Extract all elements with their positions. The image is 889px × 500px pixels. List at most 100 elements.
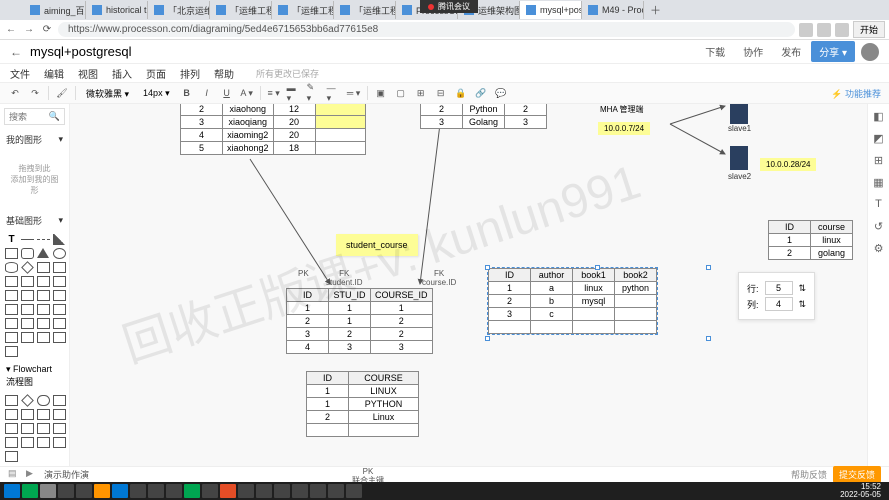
shape[interactable] — [37, 409, 50, 420]
browser-tab[interactable]: 「运维工程师招聘...× — [272, 1, 334, 19]
line-shape[interactable] — [21, 239, 34, 240]
stepper-icon[interactable]: ⇅ — [799, 283, 807, 294]
selection-handle[interactable] — [706, 336, 711, 341]
selection-handle[interactable] — [485, 265, 490, 270]
shape[interactable] — [53, 290, 66, 301]
extension-icon[interactable] — [817, 23, 831, 37]
rail-icon[interactable]: T — [872, 198, 886, 212]
submit-feedback-button[interactable]: 提交反馈 — [833, 466, 881, 483]
shape[interactable] — [5, 276, 18, 287]
shape[interactable] — [21, 409, 34, 420]
line-color-icon[interactable]: ✎ ▾ — [307, 86, 321, 100]
format-painter-icon[interactable]: 🖌 — [55, 86, 69, 100]
lock-icon[interactable]: 🔒 — [454, 86, 468, 100]
collab-button[interactable]: 协作 — [735, 41, 771, 62]
user-avatar[interactable] — [861, 43, 879, 61]
start-menu-icon[interactable] — [4, 484, 20, 498]
browser-tab-active[interactable]: mysql+postgresql× — [520, 1, 582, 19]
feature-link[interactable]: ⚡ 功能推荐 — [831, 87, 881, 100]
shape[interactable] — [37, 423, 50, 434]
taskbar-icon[interactable] — [346, 484, 362, 498]
taskbar-icon[interactable] — [256, 484, 272, 498]
shape[interactable] — [37, 276, 50, 287]
taskbar-icon[interactable] — [238, 484, 254, 498]
shape[interactable] — [5, 346, 18, 357]
selection-handle[interactable] — [485, 336, 490, 341]
shape[interactable] — [5, 318, 18, 329]
shape[interactable] — [21, 332, 34, 343]
bold-icon[interactable]: B — [180, 86, 194, 100]
triangle-shape[interactable] — [37, 248, 49, 258]
search-input[interactable] — [9, 112, 49, 122]
taskbar-icon[interactable] — [328, 484, 344, 498]
basic-shapes-header[interactable]: 基础图形▾ — [0, 210, 69, 231]
font-size-select[interactable]: 14px ▾ — [139, 88, 174, 99]
rail-icon[interactable]: ⚙ — [872, 242, 886, 256]
course-small-table[interactable]: IDcourse 1linux 2golang — [768, 220, 853, 260]
extension-icon[interactable] — [835, 23, 849, 37]
shape[interactable] — [21, 394, 34, 407]
shape[interactable] — [53, 318, 66, 329]
row-col-popup[interactable]: 行:⇅ 列:⇅ — [738, 272, 815, 320]
my-shapes-header[interactable]: 我的图形▾ — [0, 129, 69, 150]
shape[interactable] — [5, 290, 18, 301]
ellipse-shape[interactable] — [5, 262, 18, 273]
selection-handle[interactable] — [595, 265, 600, 270]
shape[interactable] — [5, 332, 18, 343]
student-table[interactable]: 2xiaohong12 3xiaoqiang20 4xiaoming220 5x… — [180, 104, 366, 155]
taskbar-icon[interactable] — [94, 484, 110, 498]
shape[interactable] — [53, 423, 66, 434]
menu-file[interactable]: 文件 — [10, 66, 30, 81]
document-title[interactable]: mysql+postgresql — [30, 44, 695, 59]
text-shape[interactable]: T — [5, 234, 18, 245]
taskbar-icon[interactable] — [112, 484, 128, 498]
shape[interactable] — [37, 290, 50, 301]
browser-tab[interactable]: M49 - ProcessOn× — [582, 1, 644, 19]
help-link[interactable]: 帮助反馈 — [791, 468, 827, 481]
refresh-icon[interactable]: ⟳ — [40, 23, 54, 37]
diamond-shape[interactable] — [21, 261, 34, 274]
rect-shape[interactable] — [5, 248, 18, 259]
menu-insert[interactable]: 插入 — [112, 66, 132, 81]
taskbar-icon[interactable] — [76, 484, 92, 498]
shape[interactable] — [53, 332, 66, 343]
taskbar-icon[interactable] — [220, 484, 236, 498]
stepper-icon[interactable]: ⇅ — [799, 299, 807, 310]
taskbar-icon[interactable] — [148, 484, 164, 498]
shape[interactable] — [5, 395, 18, 406]
link-icon[interactable]: 🔗 — [474, 86, 488, 100]
taskbar-icon[interactable] — [310, 484, 326, 498]
shape[interactable] — [37, 304, 50, 315]
star-shape[interactable] — [53, 262, 66, 273]
browser-start-button[interactable]: 开始 — [853, 21, 885, 38]
course-table[interactable]: IDCOURSE 1LINUX 1PYTHON 2Linux — [306, 371, 419, 437]
circle-shape[interactable] — [53, 248, 66, 259]
italic-icon[interactable]: I — [200, 86, 214, 100]
sticky-note[interactable]: student_course — [336, 234, 418, 256]
pencil-shape[interactable] — [53, 234, 66, 245]
menu-page[interactable]: 页面 — [146, 66, 166, 81]
arrange-back-icon[interactable]: ▢ — [394, 86, 408, 100]
search-icon[interactable]: 🔍 — [49, 111, 60, 122]
books-table-selected[interactable]: IDauthorbook1book2 1alinuxpython 2bmysql… — [488, 268, 657, 334]
diagram-canvas[interactable]: 回收正版课+v: kunlun991 2xiaohong12 3xiaoqian… — [70, 104, 867, 482]
shape[interactable] — [5, 423, 18, 434]
shape[interactable] — [37, 318, 50, 329]
shape[interactable] — [21, 423, 34, 434]
undo-icon[interactable]: ↶ — [8, 86, 22, 100]
shape[interactable] — [21, 437, 34, 448]
comment-icon[interactable]: 💬 — [494, 86, 508, 100]
shape[interactable] — [21, 304, 34, 315]
group-icon[interactable]: ⊞ — [414, 86, 428, 100]
taskbar-icon[interactable] — [184, 484, 200, 498]
taskbar-icon[interactable] — [40, 484, 56, 498]
cols-input[interactable] — [765, 297, 793, 311]
ungroup-icon[interactable]: ⊟ — [434, 86, 448, 100]
shape[interactable] — [53, 304, 66, 315]
pentagon-shape[interactable] — [37, 262, 50, 273]
server-icon[interactable] — [730, 104, 748, 124]
dashed-line-shape[interactable] — [37, 239, 50, 240]
arrange-front-icon[interactable]: ▣ — [374, 86, 388, 100]
selection-handle[interactable] — [706, 265, 711, 270]
browser-tab[interactable]: aiming_百度搜索× — [24, 1, 86, 19]
